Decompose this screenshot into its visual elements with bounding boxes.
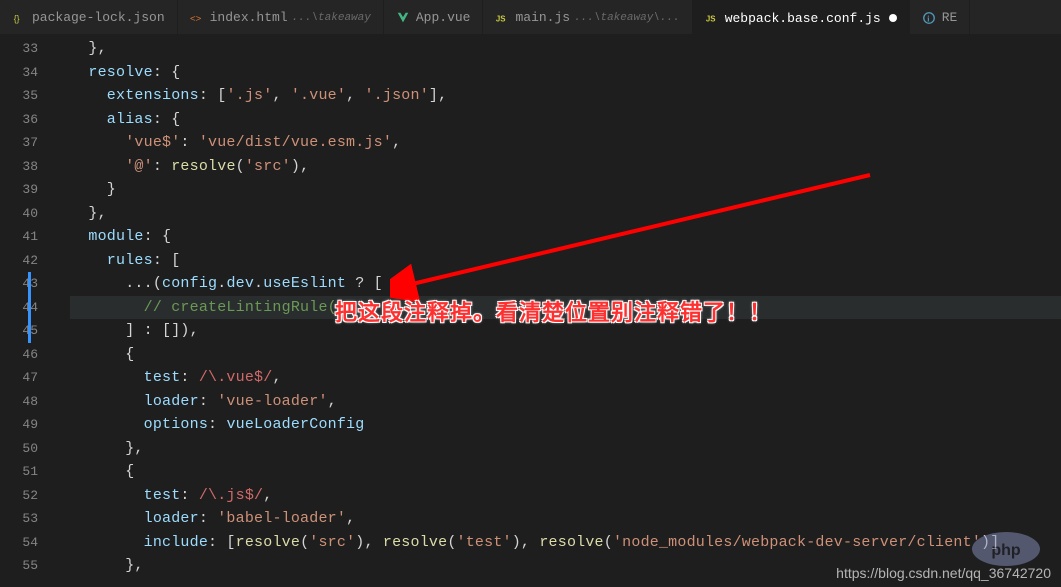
svg-text:JS: JS (706, 15, 716, 24)
tab-package-lock[interactable]: {} package-lock.json (0, 0, 178, 35)
code-line[interactable]: alias: { (70, 108, 1061, 132)
code-line[interactable]: loader: 'babel-loader', (70, 507, 1061, 531)
line-number: 37 (0, 131, 38, 155)
line-number: 38 (0, 155, 38, 179)
line-number: 47 (0, 366, 38, 390)
code-line[interactable]: } (70, 178, 1061, 202)
code-line[interactable]: extensions: ['.js', '.vue', '.json'], (70, 84, 1061, 108)
svg-text:i: i (927, 14, 930, 23)
line-number: 43 (0, 272, 38, 296)
code-editor[interactable]: 3334353637383940414243444546474849505152… (0, 35, 1061, 587)
line-number: 33 (0, 37, 38, 61)
modified-dot-icon (889, 14, 897, 22)
code-line[interactable]: ] : []), (70, 319, 1061, 343)
tab-label: main.js (515, 10, 570, 25)
svg-text:{}: {} (14, 13, 20, 23)
code-line[interactable]: // createLintingRule() (70, 296, 1061, 320)
tab-index-html[interactable]: <> index.html ...\takeaway (178, 0, 384, 35)
tab-webpack-config[interactable]: JS webpack.base.conf.js (693, 0, 910, 35)
code-line[interactable]: include: [resolve('src'), resolve('test'… (70, 531, 1061, 555)
tab-main-js[interactable]: JS main.js ...\takeaway\... (483, 0, 692, 35)
tab-label: RE (942, 10, 958, 25)
line-number: 42 (0, 249, 38, 273)
tab-path: ...\takeaway\... (574, 12, 680, 24)
code-line[interactable]: '@': resolve('src'), (70, 155, 1061, 179)
line-number: 46 (0, 343, 38, 367)
line-number: 36 (0, 108, 38, 132)
js-icon: JS (495, 11, 509, 25)
svg-text:php: php (991, 542, 1021, 559)
line-number: 54 (0, 531, 38, 555)
code-line[interactable]: test: /\.js$/, (70, 484, 1061, 508)
code-line[interactable]: { (70, 343, 1061, 367)
line-number: 44 (0, 296, 38, 320)
info-icon: i (922, 11, 936, 25)
line-number: 35 (0, 84, 38, 108)
json-icon: {} (12, 11, 26, 25)
line-number: 40 (0, 202, 38, 226)
line-number: 51 (0, 460, 38, 484)
tab-app-vue[interactable]: App.vue (384, 0, 484, 35)
git-modified-indicator (28, 272, 31, 343)
line-number: 53 (0, 507, 38, 531)
tab-readme[interactable]: i RE (910, 0, 971, 35)
code-line[interactable]: test: /\.vue$/, (70, 366, 1061, 390)
tab-label: index.html (210, 10, 288, 25)
code-line[interactable]: resolve: { (70, 61, 1061, 85)
code-line[interactable]: ...(config.dev.useEslint ? [ (70, 272, 1061, 296)
code-line[interactable]: loader: 'vue-loader', (70, 390, 1061, 414)
vue-icon (396, 11, 410, 25)
js-icon: JS (705, 11, 719, 25)
svg-text:JS: JS (496, 14, 506, 23)
line-number: 45 (0, 319, 38, 343)
watermark-url: https://blog.csdn.net/qq_36742720 (836, 565, 1051, 581)
line-number-gutter: 3334353637383940414243444546474849505152… (0, 35, 50, 587)
line-number: 41 (0, 225, 38, 249)
code-line[interactable]: }, (70, 202, 1061, 226)
line-number: 49 (0, 413, 38, 437)
line-number: 39 (0, 178, 38, 202)
code-line[interactable]: module: { (70, 225, 1061, 249)
code-area[interactable]: }, resolve: { extensions: ['.js', '.vue'… (50, 35, 1061, 587)
tab-path: ...\takeaway (292, 12, 371, 24)
html-icon: <> (190, 11, 204, 25)
line-number: 52 (0, 484, 38, 508)
line-number: 55 (0, 554, 38, 578)
line-number: 34 (0, 61, 38, 85)
tab-label: package-lock.json (32, 10, 165, 25)
line-number: 48 (0, 390, 38, 414)
tab-label: webpack.base.conf.js (725, 11, 881, 26)
code-line[interactable]: 'vue$': 'vue/dist/vue.esm.js', (70, 131, 1061, 155)
code-line[interactable]: rules: [ (70, 249, 1061, 273)
code-line[interactable]: }, (70, 37, 1061, 61)
tab-bar: {} package-lock.json <> index.html ...\t… (0, 0, 1061, 35)
code-line[interactable]: { (70, 460, 1061, 484)
tab-label: App.vue (416, 10, 471, 25)
line-number: 50 (0, 437, 38, 461)
code-line[interactable]: }, (70, 437, 1061, 461)
code-line[interactable]: options: vueLoaderConfig (70, 413, 1061, 437)
svg-text:<>: <> (190, 13, 202, 24)
